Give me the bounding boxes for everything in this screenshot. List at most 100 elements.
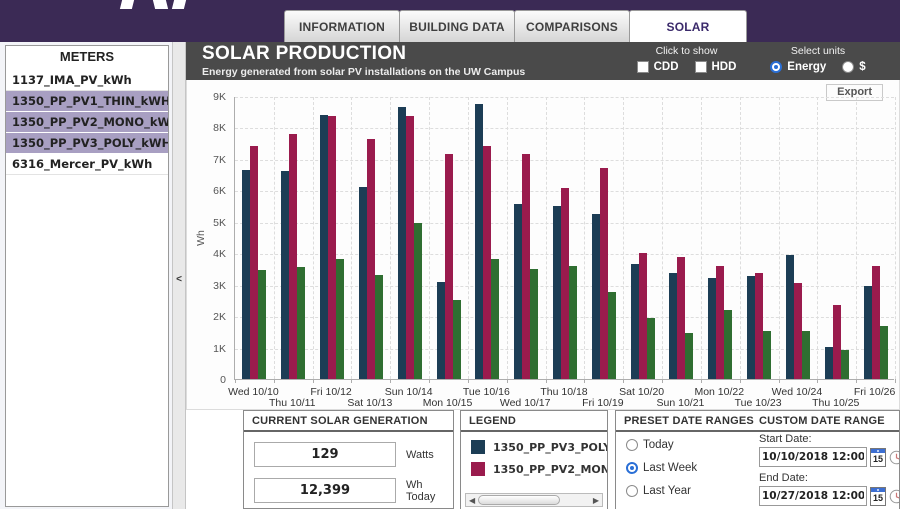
bar (631, 264, 639, 379)
bar (639, 253, 647, 379)
meters-title: METERS (6, 46, 168, 68)
uw-logo (118, 0, 198, 9)
bar (359, 187, 367, 379)
y-tick-label: 9K (213, 91, 226, 103)
x-tick-mark (895, 379, 896, 383)
tab-comparisons[interactable]: COMPARISONS (514, 10, 630, 42)
bar (522, 154, 530, 379)
checkbox-hdd[interactable]: HDD (695, 61, 737, 73)
end-date-row: 15 (759, 486, 900, 506)
bar (647, 318, 655, 379)
start-calendar-icon[interactable]: 15 (870, 448, 886, 467)
y-tick-label: 4K (213, 248, 226, 260)
bar (685, 333, 693, 379)
start-clock-icon[interactable] (889, 450, 900, 465)
bar (491, 259, 499, 379)
bar (398, 107, 406, 379)
watts-row: Watts (254, 442, 434, 467)
start-date-label: Start Date: (759, 433, 900, 445)
end-date-label: End Date: (759, 472, 900, 484)
bar (328, 116, 336, 379)
legend-item-label: 1350_PP_PV2_MONO_kWH (493, 463, 607, 476)
bar (600, 168, 608, 379)
bar (833, 305, 841, 379)
custom-date-range-title: CUSTOM DATE RANGE (759, 411, 885, 432)
legend-swatch (471, 440, 485, 454)
meter-item[interactable]: 1350_PP_PV2_MONO_kWH (6, 112, 168, 133)
y-tick-label: 7K (213, 154, 226, 166)
bar (716, 266, 724, 379)
radio-icon (842, 61, 854, 73)
bar (864, 286, 872, 379)
radio-last-year[interactable]: Last Year (626, 485, 697, 497)
bar (475, 104, 483, 379)
bar (250, 146, 258, 379)
radio-dollar[interactable]: $ (842, 61, 865, 73)
meter-item[interactable]: 1137_IMA_PV_kWh (6, 70, 168, 91)
x-tick-label: Wed 10/17 (500, 397, 551, 409)
bar (747, 276, 755, 379)
bar (437, 282, 445, 379)
scroll-right-icon[interactable]: ▶ (593, 495, 599, 506)
x-tick-label: Thu 10/25 (812, 397, 859, 409)
wh-today-unit-label: Wh Today (406, 479, 453, 503)
chart-plot (234, 97, 894, 380)
bar-group (390, 97, 429, 379)
bar (242, 170, 250, 379)
tab-building-data[interactable]: BUILDING DATA (399, 10, 515, 42)
preset-date-ranges-title: PRESET DATE RANGES (624, 411, 754, 432)
bar (763, 331, 771, 379)
y-tick-label: 6K (213, 185, 226, 197)
bar (445, 154, 453, 379)
click-to-show-group: Click to show CDD HDD (624, 45, 749, 73)
main-content: SOLAR PRODUCTION Energy generated from s… (186, 42, 900, 509)
bar (367, 139, 375, 379)
bar (669, 273, 677, 379)
x-tick-label: Thu 10/11 (269, 397, 316, 409)
end-date-input[interactable] (759, 486, 867, 506)
wh-today-value-field[interactable] (254, 478, 396, 503)
radio-icon (626, 462, 638, 474)
legend-title: LEGEND (469, 411, 516, 432)
radio-today[interactable]: Today (626, 439, 697, 451)
bar (414, 223, 422, 379)
end-calendar-icon[interactable]: 15 (870, 487, 886, 506)
bar (608, 292, 616, 379)
radio-icon (626, 439, 638, 451)
tab-solar[interactable]: SOLAR (629, 10, 747, 42)
radio-energy[interactable]: Energy (770, 61, 826, 73)
bar-group (351, 97, 390, 379)
scroll-left-icon[interactable]: ◀ (469, 495, 475, 506)
meter-item[interactable]: 1350_PP_PV1_THIN_kWH (6, 91, 168, 112)
end-clock-icon[interactable] (889, 489, 900, 504)
bar (320, 115, 328, 379)
checkbox-cdd[interactable]: CDD (637, 61, 679, 73)
click-to-show-label: Click to show (624, 45, 749, 57)
meter-item[interactable]: 6316_Mercer_PV_kWh (6, 154, 168, 175)
y-tick-label: 8K (213, 122, 226, 134)
x-tick-label: Sun 10/21 (657, 397, 705, 409)
tab-information[interactable]: INFORMATION (284, 10, 400, 42)
bar-group (623, 97, 662, 379)
meter-item[interactable]: 1350_PP_PV3_POLY_kWH (6, 133, 168, 154)
tab-bar: INFORMATIONBUILDING DATACOMPARISONSSOLAR (285, 10, 747, 42)
scrollbar-thumb[interactable] (478, 495, 560, 505)
radio-last-week[interactable]: Last Week (626, 462, 697, 474)
start-date-input[interactable] (759, 447, 867, 467)
bar (375, 275, 383, 379)
y-tick-label: 5K (213, 217, 226, 229)
bar (677, 257, 685, 379)
select-units-group: Select units Energy$ (748, 45, 888, 73)
legend-scrollbar[interactable]: ◀ ▶ (465, 493, 603, 507)
preset-radio-group: Today Last Week Last Year (626, 439, 697, 508)
watts-value-field[interactable] (254, 442, 396, 467)
y-axis-labels: 01K2K3K4K5K6K7K8K9K (187, 97, 230, 380)
y-tick-label: 2K (213, 311, 226, 323)
watts-unit-label: Watts (406, 449, 434, 461)
meter-list: 1137_IMA_PV_kWh1350_PP_PV1_THIN_kWH1350_… (6, 70, 168, 175)
legend-item: 1350_PP_PV2_MONO_kWH (471, 462, 607, 476)
sidebar-collapse-handle[interactable]: < (173, 274, 185, 285)
radio-label: $ (859, 61, 865, 73)
sidebar-collapse-strip: < (172, 42, 186, 509)
radio-icon (770, 61, 782, 73)
